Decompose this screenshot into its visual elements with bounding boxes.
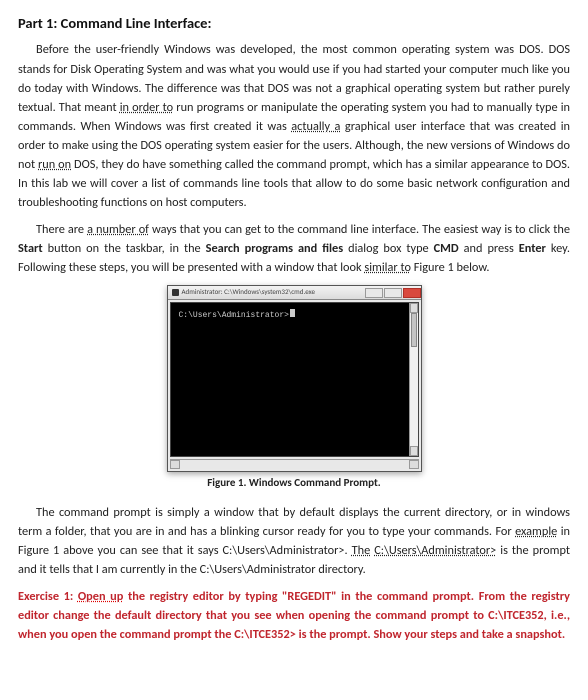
prompt-text: C:\Users\Administrator> xyxy=(179,311,289,320)
text-bold: CMD xyxy=(434,241,459,256)
text-underlined: C:\Users\Administrator> xyxy=(374,543,496,558)
section-heading: Part 1: Command Line Interface: xyxy=(18,12,570,34)
figure-caption: Figure 1. Windows Command Prompt. xyxy=(18,474,570,491)
cmd-window: Administrator: C:\Windows\system32\cmd.e… xyxy=(167,285,422,472)
text-underlined: The xyxy=(352,543,371,558)
text-underlined: in order to xyxy=(120,100,173,115)
text-underlined: a number of xyxy=(87,222,149,237)
text: ways that you can get to the command lin… xyxy=(149,222,570,237)
text: DOS, they do have something called the c… xyxy=(18,157,570,210)
text: Exercise 1: xyxy=(18,589,78,604)
scroll-track[interactable] xyxy=(410,313,418,446)
text-underlined: actually a xyxy=(291,119,340,134)
console-area[interactable]: C:\Users\Administrator> xyxy=(170,302,419,457)
titlebar: Administrator: C:\Windows\system32\cmd.e… xyxy=(168,286,421,300)
scroll-up-icon[interactable] xyxy=(410,303,418,313)
text-underlined: Open up xyxy=(78,589,124,604)
text: There are xyxy=(36,222,87,237)
text-bold: Enter xyxy=(519,241,546,256)
close-button[interactable] xyxy=(403,288,421,298)
cursor-icon xyxy=(290,309,295,317)
minimize-button[interactable] xyxy=(365,288,383,298)
horizontal-scrollbar[interactable] xyxy=(170,459,419,469)
text: The command prompt is simply a window th… xyxy=(18,505,570,539)
cmd-icon xyxy=(172,289,179,296)
text-bold: Start xyxy=(18,241,43,256)
scroll-left-icon[interactable] xyxy=(170,460,180,469)
exercise-1: Exercise 1: Open up the registry editor … xyxy=(18,587,570,644)
scroll-thumb[interactable] xyxy=(411,313,417,347)
text: dialog box type xyxy=(343,241,434,256)
paragraph-3: The command prompt is simply a window th… xyxy=(18,503,570,579)
text-bold: Search programs and files xyxy=(206,241,344,256)
text: and press xyxy=(459,241,519,256)
maximize-button[interactable] xyxy=(384,288,402,298)
scroll-right-icon[interactable] xyxy=(409,460,419,469)
text-underlined: example xyxy=(515,524,557,539)
scroll-down-icon[interactable] xyxy=(410,446,418,456)
paragraph-2: There are a number of ways that you can … xyxy=(18,220,570,277)
text: button on the taskbar, in the xyxy=(43,241,206,256)
text-underlined: run on xyxy=(38,157,71,172)
paragraph-1: Before the user-friendly Windows was dev… xyxy=(18,40,570,211)
text-underlined: similar to xyxy=(364,260,411,275)
window-buttons xyxy=(365,288,421,298)
vertical-scrollbar[interactable] xyxy=(409,303,418,456)
text: Figure 1 below. xyxy=(411,260,489,275)
window-title: Administrator: C:\Windows\system32\cmd.e… xyxy=(182,287,315,298)
